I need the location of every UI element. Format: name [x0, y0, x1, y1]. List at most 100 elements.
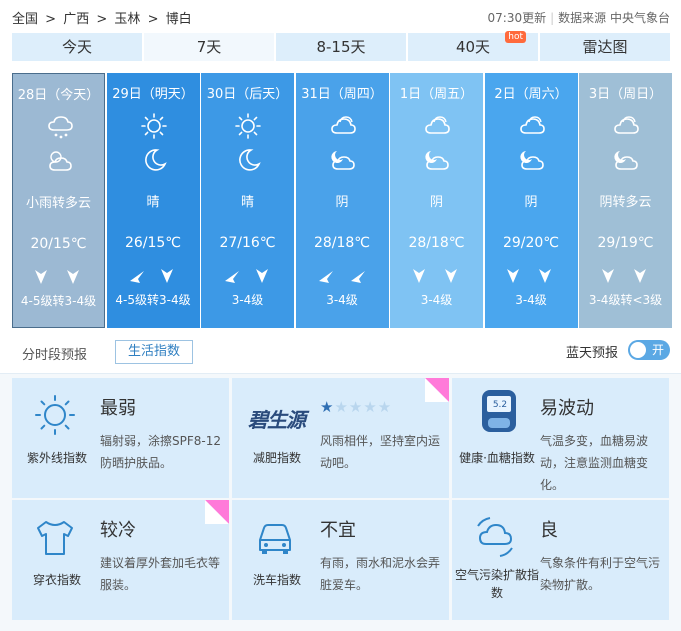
air-diffusion-icon	[477, 517, 513, 557]
tab-40day[interactable]: 40天 hot	[408, 31, 540, 61]
tab-radar[interactable]: 雷达图	[540, 33, 670, 61]
index-desc: 气象条件有利于空气污染物扩散。	[540, 556, 661, 592]
brand-logo-icon: 碧生源	[248, 408, 306, 432]
north-wind-icon	[507, 269, 519, 283]
breadcrumb-bobai: 博白	[165, 12, 192, 27]
index-level: 良	[540, 520, 558, 541]
car-icon	[259, 524, 291, 554]
life-index-panel: 紫外线指数 最弱 辐射弱，涂擦SPF8-12防晒护肤品。 碧生源 ★★★★★ 减…	[0, 373, 681, 631]
day-temperature: 29/19℃	[597, 235, 654, 251]
northeast-wind-icon	[319, 271, 333, 283]
north-wind-icon	[255, 269, 268, 283]
day-date: 3日（周日）	[588, 87, 663, 102]
day-temperature: 26/15℃	[124, 235, 182, 251]
day-condition: 晴	[240, 195, 254, 210]
tab-today[interactable]: 今天	[12, 33, 144, 61]
day-date: 28日（今天）	[17, 88, 100, 103]
divider: |	[550, 11, 555, 25]
glucose-meter-icon	[482, 390, 516, 432]
day-temperature: 28/18℃	[313, 235, 371, 251]
breadcrumb-yulin[interactable]: 玉林	[114, 12, 140, 27]
star-filled-icon: ★	[320, 398, 335, 416]
rating-stars: ★★★★★	[320, 398, 392, 416]
wind-directions	[13, 268, 104, 290]
day-wind-level: 3-4级转<3级	[588, 293, 663, 307]
partly-cloudy-night-icon	[425, 151, 449, 170]
day-date: 31日（周四）	[301, 87, 383, 102]
sun-icon	[235, 113, 261, 139]
toggle-knob	[630, 342, 646, 358]
tab-label: 今天	[61, 38, 92, 56]
breadcrumb-national[interactable]: 全国	[12, 12, 38, 27]
tab-label: 40天	[455, 38, 491, 56]
day-condition: 小雨转多云	[25, 196, 91, 211]
ad-corner-icon	[205, 500, 229, 524]
life-card-clothing[interactable]: 穿衣指数 较冷 建议着厚外套加毛衣等服装。	[12, 500, 229, 620]
index-desc: 建议着厚外套加毛衣等服装。	[100, 556, 221, 592]
day-date: 2日（周六）	[494, 87, 568, 102]
sun-uv-icon	[35, 395, 75, 435]
index-level: 最弱	[100, 398, 136, 419]
day-temperature: 27/16℃	[219, 235, 276, 251]
index-name: 减肥指数	[252, 451, 301, 465]
day-condition: 阴	[429, 195, 443, 210]
wind-directions	[579, 267, 672, 289]
day-date: 1日（周五）	[399, 87, 474, 102]
cloudy-icon	[519, 116, 545, 134]
life-card-glucose[interactable]: 5.2 健康·血糖指数 易波动 气温多变，血糖易波动，注意监测血糖变化。	[452, 378, 669, 498]
breadcrumb-sep: >	[45, 12, 57, 27]
index-desc: 气温多变，血糖易波动，注意监测血糖变化。	[540, 434, 649, 492]
tab-7day[interactable]: 7天	[144, 33, 276, 61]
day-temperature: 29/20℃	[502, 235, 560, 251]
day-column[interactable]: 30日（后天） 晴 27/16℃ 3-4级	[201, 73, 294, 328]
breadcrumb: 全国 > 广西 > 玉林 > 博白	[12, 8, 195, 27]
northeast-wind-icon	[351, 271, 365, 283]
day-column[interactable]: 3日（周日） 阴转多云 29/19℃ 3-4级转<3级	[579, 73, 672, 328]
north-wind-icon	[34, 270, 47, 284]
data-source: 数据来源 中央气象台	[558, 11, 670, 25]
blue-sky-toggle[interactable]: 开	[628, 340, 670, 360]
tab-hourly[interactable]: 分时段预报	[22, 344, 87, 363]
day-column[interactable]: 28日（今天） 小雨转多云 20/15℃ 4-5级转3-4级	[12, 73, 105, 328]
tab-8-15day[interactable]: 8-15天	[276, 33, 408, 61]
tshirt-icon	[37, 521, 73, 555]
life-card-air[interactable]: 空气污染扩散指数 良 气象条件有利于空气污染物扩散。	[452, 500, 669, 620]
index-desc: 有雨，雨水和泥水会弄脏爱车。	[320, 556, 441, 592]
index-level: 不宜	[320, 520, 356, 541]
day-wind-level: 4-5级转3-4级	[20, 294, 97, 308]
day-temperature: 28/18℃	[408, 235, 465, 251]
day-column[interactable]: 2日（周六） 阴 29/20℃ 3-4级	[484, 73, 578, 328]
life-card-uv[interactable]: 紫外线指数 最弱 辐射弱，涂擦SPF8-12防晒护肤品。	[12, 378, 229, 498]
day-column[interactable]: 29日（明天） 晴 26/15℃ 4-5级转3-4级	[106, 73, 200, 328]
update-time: 07:30更新	[487, 11, 547, 25]
day-wind-level: 3-4级	[420, 293, 453, 307]
day-condition: 阴	[524, 195, 538, 210]
seven-day-forecast: 28日（今天） 小雨转多云 20/15℃ 4-5级转3-4级 29日（明天） 晴 26/15…	[12, 73, 672, 328]
cloudy-icon	[425, 116, 450, 134]
cloudy-icon	[330, 116, 356, 134]
sub-tabs: 分时段预报 生活指数 蓝天预报 开	[12, 338, 670, 366]
tab-label: 7天	[196, 38, 222, 56]
day-temperature: 20/15℃	[30, 236, 87, 252]
day-condition: 晴	[146, 195, 160, 210]
index-desc: 风雨相伴，坚持室内运动吧。	[320, 434, 441, 470]
tab-label: 雷达图	[582, 38, 628, 56]
breadcrumb-guangxi[interactable]: 广西	[63, 12, 89, 27]
day-condition: 阴转多云	[599, 195, 652, 210]
day-date: 29日（明天）	[112, 87, 194, 102]
moon-icon	[239, 149, 261, 171]
update-info: 07:30更新 | 数据来源 中央气象台	[488, 9, 670, 26]
north-wind-icon	[66, 270, 79, 284]
blue-sky-forecast-label: 蓝天预报	[565, 346, 618, 361]
northeast-wind-icon	[130, 271, 144, 283]
cloudy-icon	[614, 116, 639, 134]
day-column[interactable]: 31日（周四） 阴 28/18℃ 3-4级	[295, 73, 389, 328]
index-desc: 辐射弱，涂擦SPF8-12防晒护肤品。	[100, 434, 221, 470]
wind-directions	[390, 267, 483, 289]
northeast-wind-icon	[224, 271, 239, 283]
day-column[interactable]: 1日（周五） 阴 28/18℃ 3-4级	[390, 73, 483, 328]
forecast-tabs: 今天 7天 8-15天 40天 hot 雷达图	[12, 31, 670, 61]
tab-life-index[interactable]: 生活指数	[115, 340, 194, 364]
life-card-carwash[interactable]: 洗车指数 不宜 有雨，雨水和泥水会弄脏爱车。	[232, 500, 449, 620]
life-card-weight[interactable]: 碧生源 ★★★★★ 减肥指数 风雨相伴，坚持室内运动吧。	[232, 378, 449, 498]
